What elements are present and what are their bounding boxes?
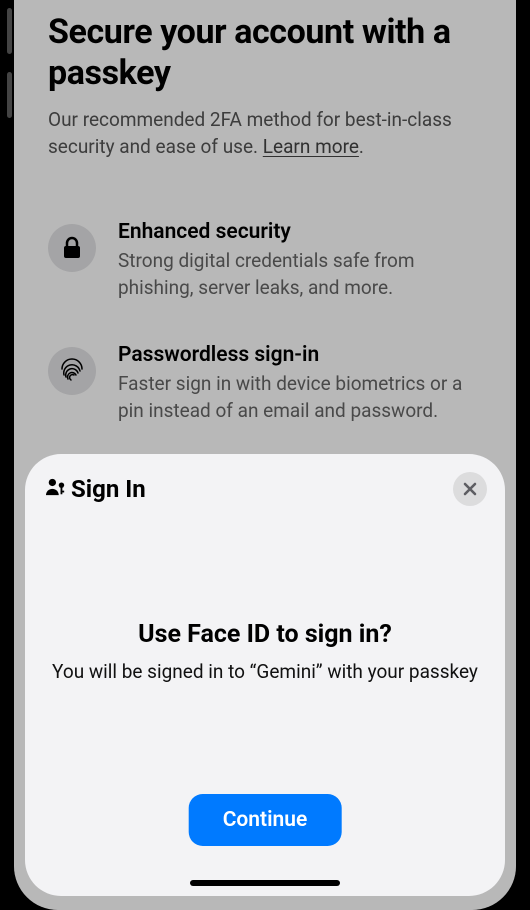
signin-label: Sign In bbox=[71, 475, 146, 503]
home-indicator[interactable] bbox=[190, 880, 340, 886]
sheet-title: Use Face ID to sign in? bbox=[49, 620, 481, 649]
sheet-desc: You will be signed in to “Gemini” with y… bbox=[49, 659, 481, 685]
close-icon bbox=[463, 482, 477, 496]
faceid-icon bbox=[49, 536, 481, 598]
close-button[interactable] bbox=[453, 472, 487, 506]
faceid-signin-sheet: Sign In bbox=[25, 454, 505, 896]
continue-button[interactable]: Continue bbox=[189, 794, 342, 846]
signin-header: Sign In bbox=[45, 475, 146, 503]
passkey-glyph-icon bbox=[45, 477, 67, 501]
phone-frame: Secure your account with a passkey Our r… bbox=[14, 0, 516, 910]
